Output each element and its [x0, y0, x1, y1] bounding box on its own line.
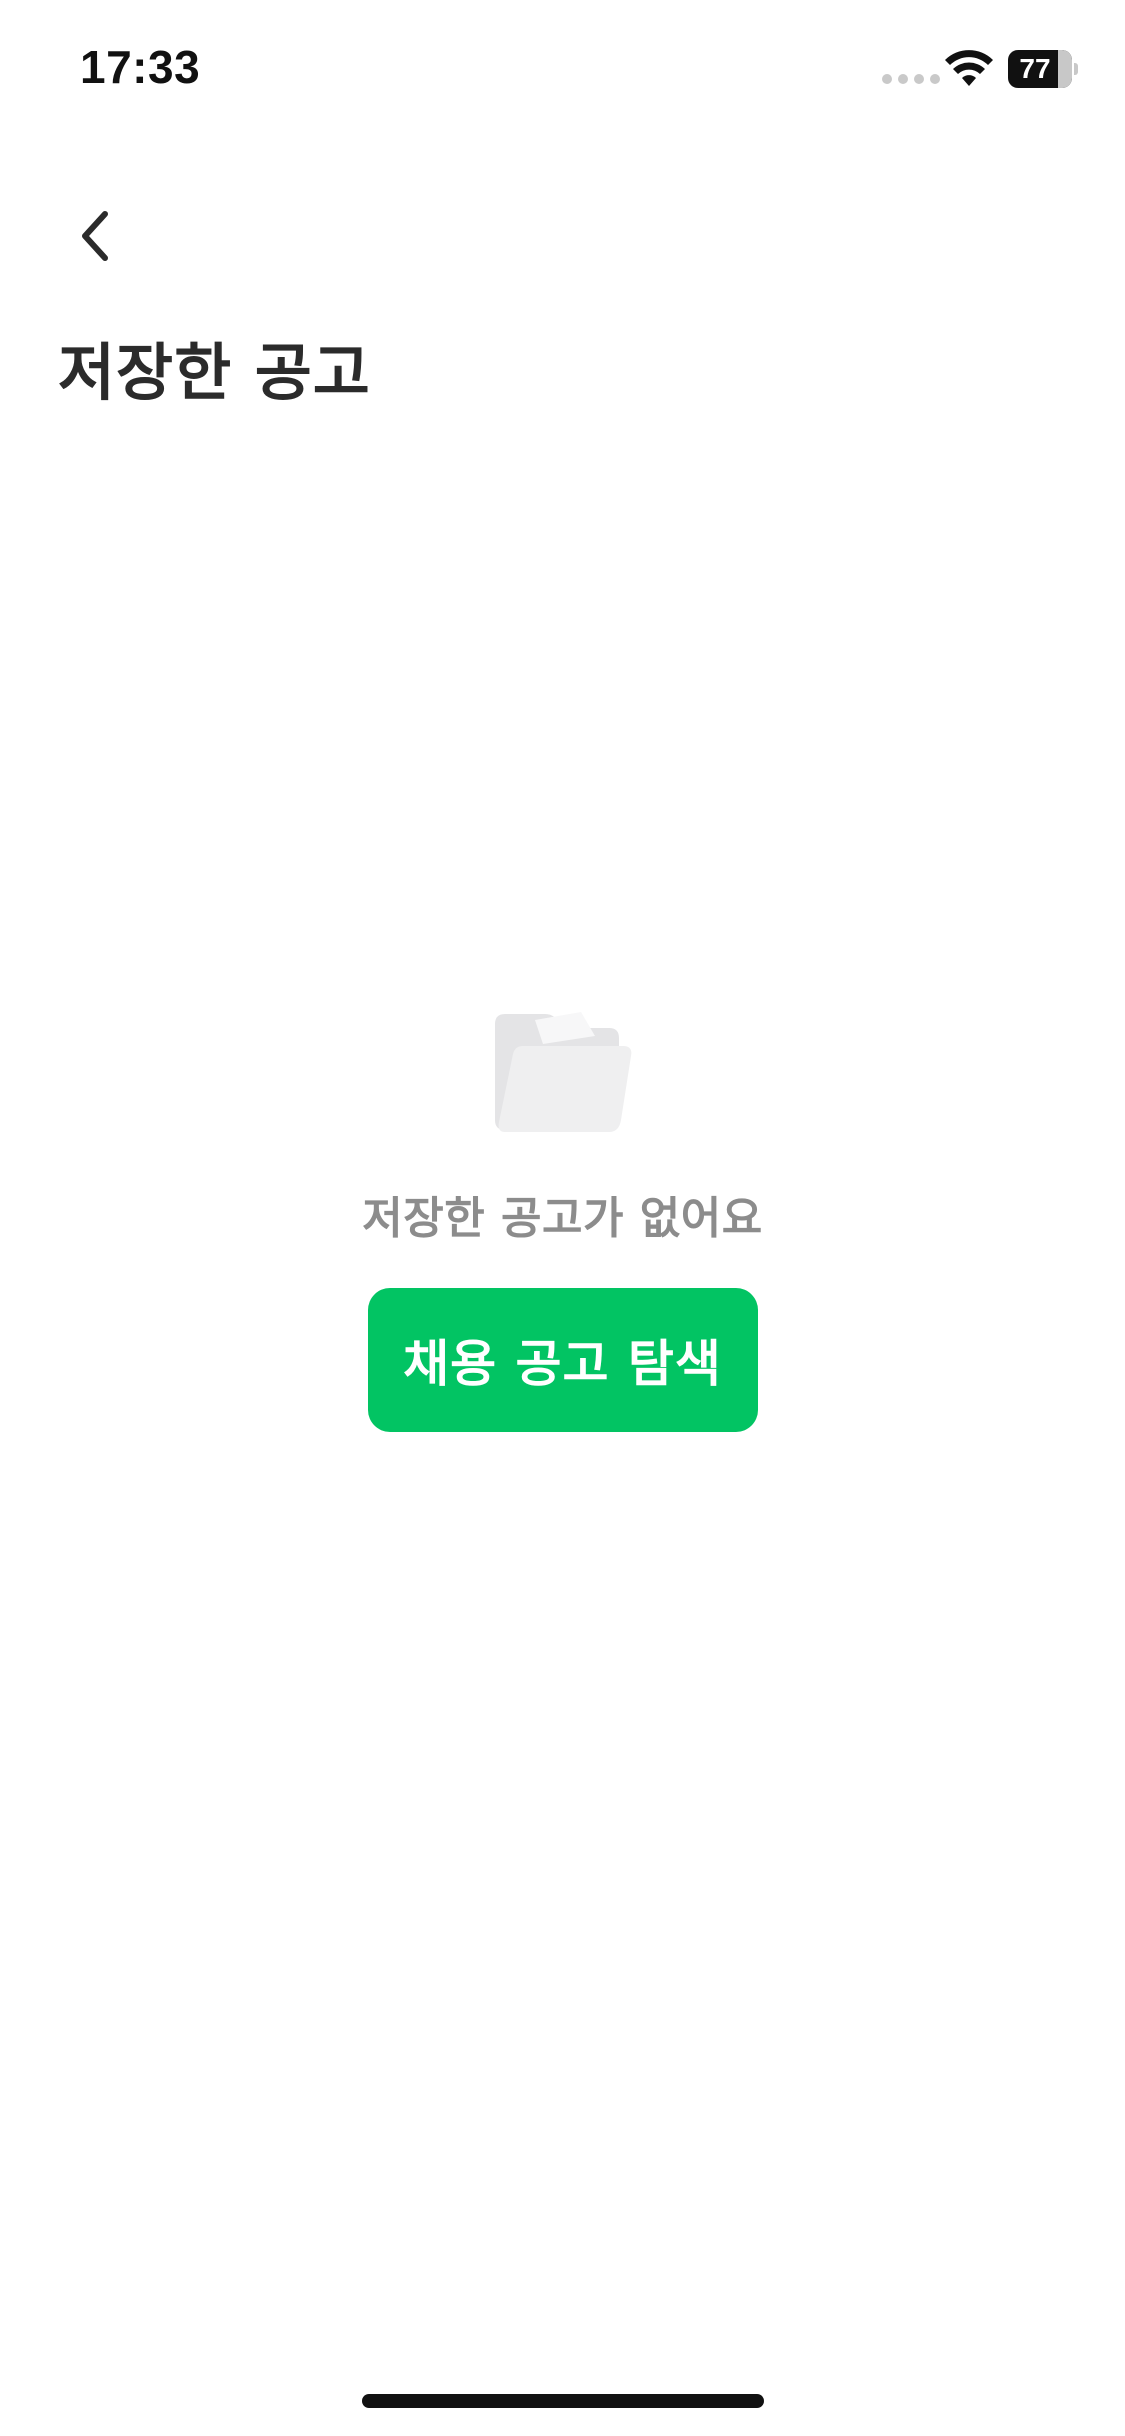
folder-icon	[494, 1012, 631, 1132]
battery-level: 77	[1019, 53, 1051, 84]
back-button[interactable]	[60, 196, 130, 276]
explore-jobs-button[interactable]: 채용 공고 탐색	[367, 1288, 758, 1432]
wifi-icon	[945, 50, 993, 86]
cellular-signal-icon	[882, 74, 940, 84]
status-time: 17:33	[80, 41, 201, 93]
home-indicator	[362, 2394, 764, 2408]
empty-message: 저장한 공고가 없어요	[362, 1193, 763, 1244]
page-title: 저장한 공고	[58, 336, 371, 409]
empty-state: 저장한 공고가 없어요 채용 공고 탐색	[0, 1010, 1125, 1432]
battery-icon: 77	[1008, 50, 1078, 88]
chevron-left-icon	[82, 211, 108, 261]
status-bar: 17:33 77	[0, 0, 1125, 140]
